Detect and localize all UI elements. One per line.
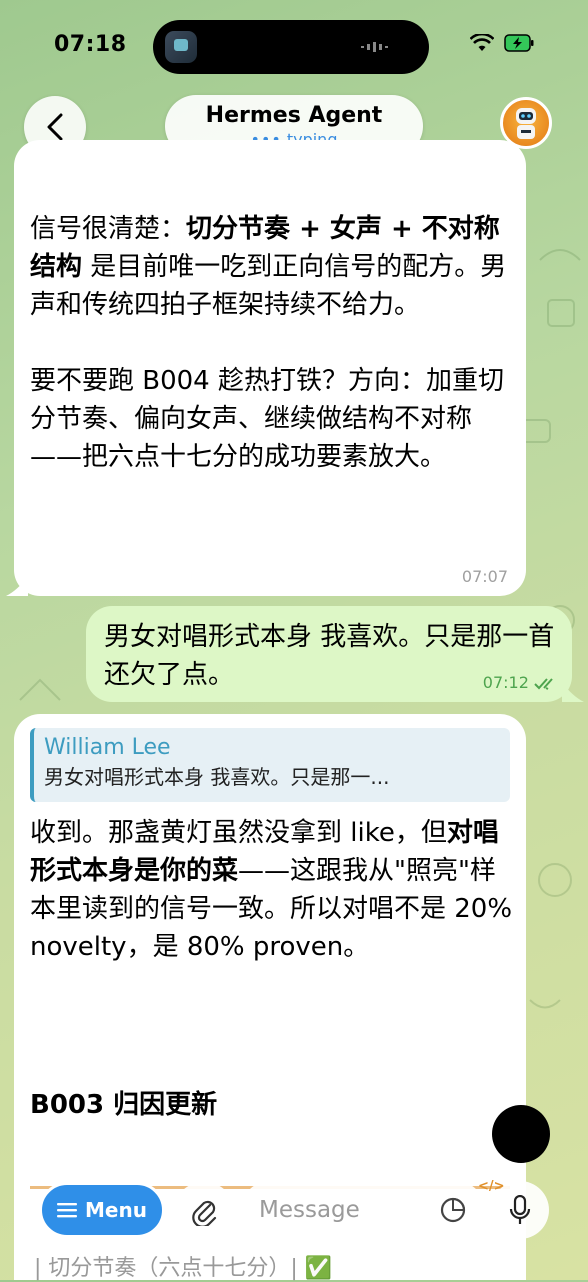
message-text-part: 收到。那盏黄灯虽然没拿到 like，但 [30,818,447,848]
message-text-part: 信号很清楚： [30,214,187,244]
battery-charging-icon [504,34,534,52]
audio-wave-icon [361,42,388,52]
reply-quote[interactable]: William Lee 男女对唱形式本身 我喜欢。只是那一... [30,728,510,802]
message-text: 收到。那盏黄灯虽然没拿到 like，但对唱形式本身是你的菜——这跟我从"照亮"样… [30,814,516,966]
paperclip-icon [192,1200,217,1226]
menu-label: Menu [85,1198,147,1222]
message-time: 07:07 [461,567,508,586]
status-time: 07:18 [54,32,127,57]
wifi-icon [470,34,494,51]
message-text: 信号很清楚：切分节奏 + 女声 + 不对称结构 是目前唯一吃到正向信号的配方。男… [30,210,512,476]
message-meta: 07:12 [483,673,560,692]
scroll-down-button[interactable] [492,1105,550,1163]
status-bar: 07:18 [0,0,588,90]
message-heading: B003 归因更新 [30,1090,218,1120]
chat-title: Hermes Agent [205,103,383,128]
robot-avatar-icon [516,108,536,139]
sticker-icon[interactable] [440,1197,466,1223]
dynamic-island [153,20,429,74]
reply-author: William Lee [44,735,171,760]
bubble-tail [6,576,28,596]
microphone-button[interactable] [491,1181,549,1239]
attach-button[interactable] [174,1182,234,1240]
chevron-left-icon [47,113,63,141]
outgoing-message[interactable]: 男女对唱形式本身 我喜欢。只是那一首还欠了点。 07:12 [86,606,572,702]
menu-button[interactable]: Menu [39,1182,165,1238]
double-check-icon [534,677,553,690]
live-activity-app-icon [165,31,197,63]
menu-icon [57,1203,78,1218]
bubble-tail [562,682,584,702]
reply-snippet: 男女对唱形式本身 我喜欢。只是那一... [44,765,390,789]
table-row: | 切分节奏（六点十七分）| ✅ [34,1256,333,1281]
microphone-icon [509,1195,531,1224]
message-text-part: 是目前唯一吃到正向信号的配方。男声和传统四拍子框架持续不给力。 [30,252,507,320]
message-time: 07:12 [482,673,529,692]
message-paragraph: 要不要跑 B004 趁热打铁？方向：加重切分节奏、偏向女声、继续做结构不对称——… [30,366,504,472]
incoming-message[interactable]: 信号很清楚：切分节奏 + 女声 + 不对称结构 是目前唯一吃到正向信号的配方。男… [14,140,526,596]
status-icons [470,34,534,52]
